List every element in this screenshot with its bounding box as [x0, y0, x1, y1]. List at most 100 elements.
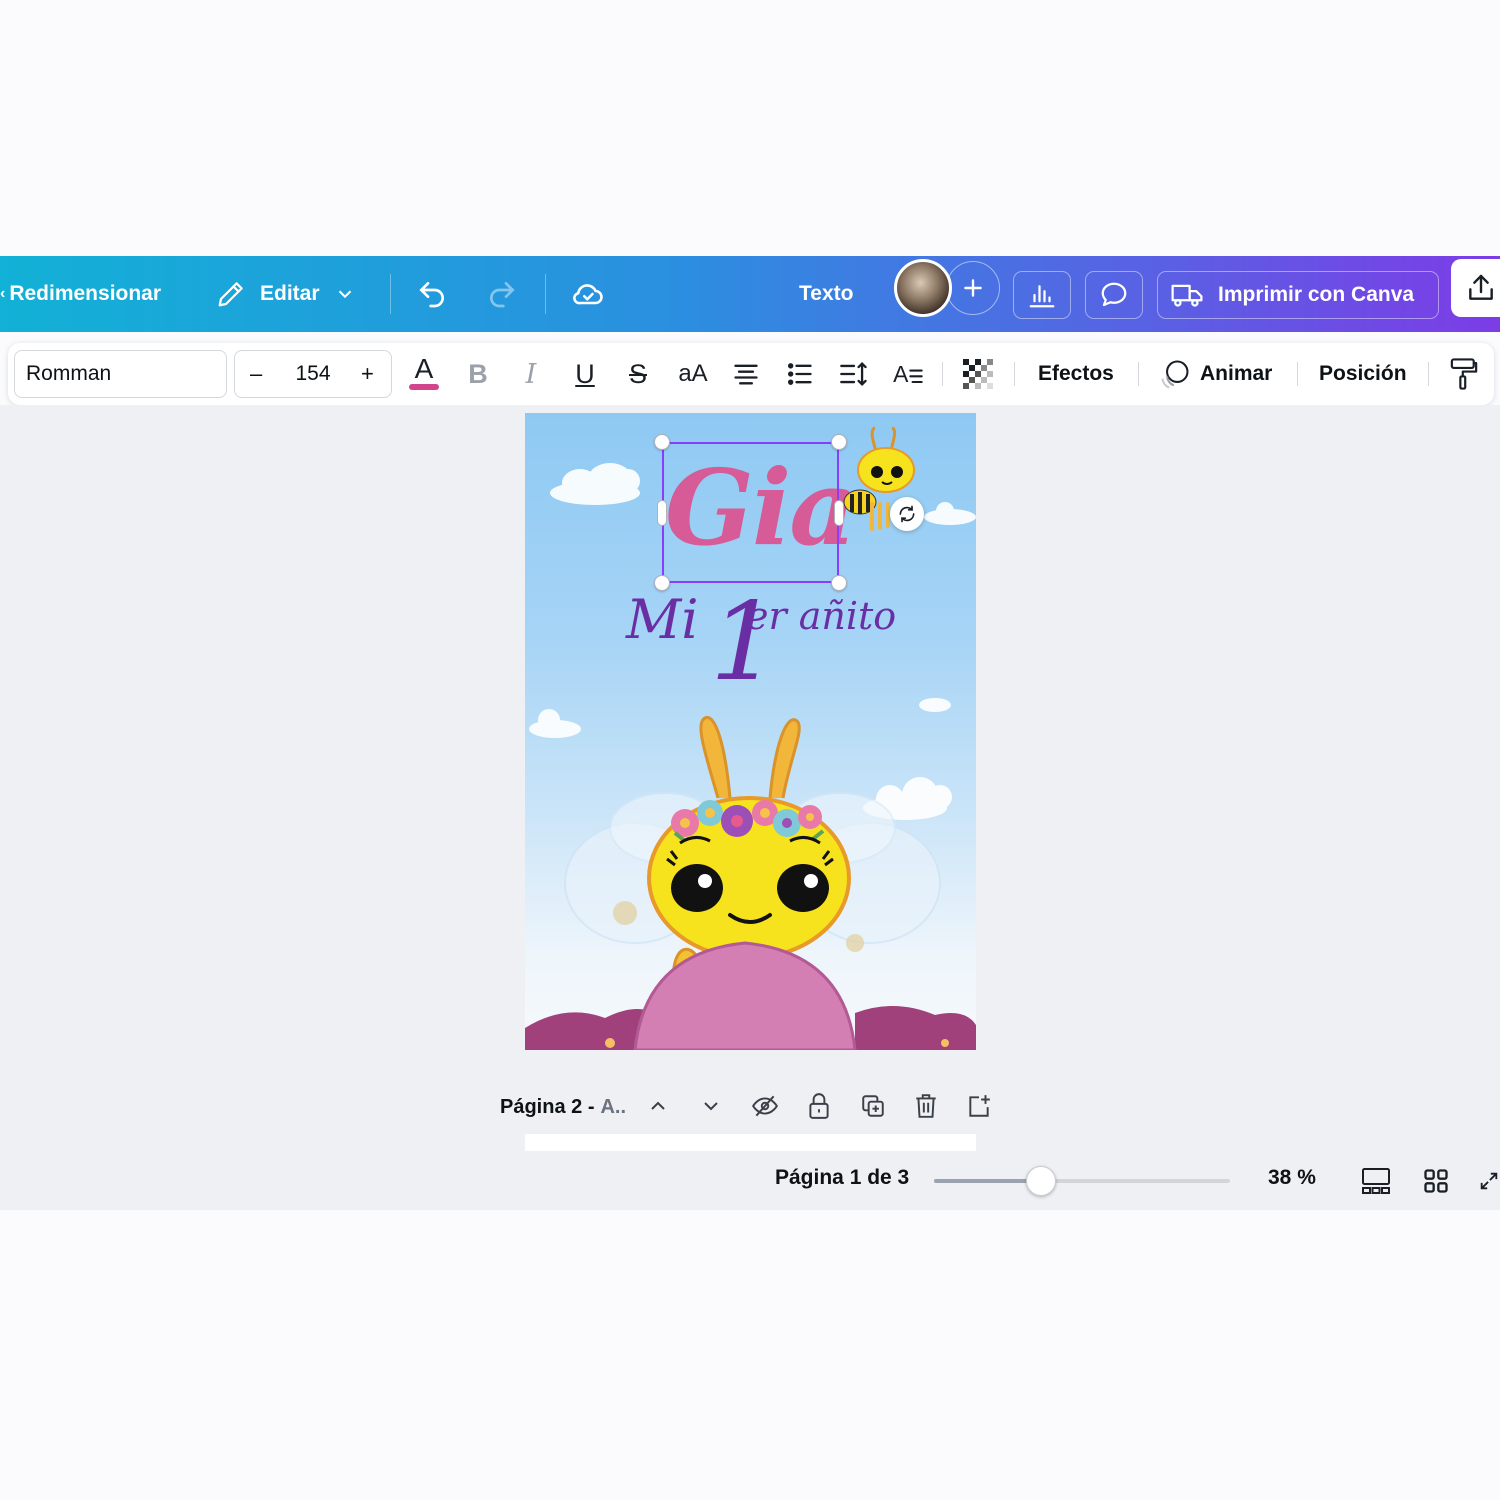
letter-case-button[interactable]: aA — [672, 351, 714, 397]
insights-button[interactable] — [1013, 271, 1071, 319]
font-family-dropdown[interactable]: Romman — [14, 350, 227, 398]
transparency-icon — [963, 359, 993, 389]
text-formatting-toolbar: Romman – 154 + A B I U S aA A Efectos An… — [8, 343, 1494, 405]
top-navigation-bar: ‹ Redimensionar Editar Texto Imprimir co… — [0, 256, 1500, 332]
mode-label: Texto — [799, 282, 854, 305]
grid-view-button[interactable] — [1418, 1162, 1454, 1200]
underline-button[interactable]: U — [567, 351, 603, 397]
resize-button[interactable]: ‹ Redimensionar — [0, 256, 161, 332]
cloud-check-icon — [573, 284, 603, 305]
transparency-button[interactable] — [960, 351, 996, 397]
hide-page-button[interactable] — [750, 1088, 780, 1124]
add-page-button[interactable] — [964, 1088, 994, 1124]
add-page-icon — [969, 1095, 990, 1117]
zoom-level[interactable]: 38 % — [1268, 1166, 1316, 1190]
increase-font-size-button[interactable]: + — [361, 361, 374, 387]
next-page-preview[interactable] — [525, 1134, 976, 1151]
font-size-stepper: – 154 + — [234, 350, 392, 398]
fullscreen-button[interactable] — [1478, 1162, 1500, 1200]
page-title[interactable]: A.. — [600, 1096, 626, 1119]
redo-button[interactable] — [486, 256, 518, 332]
svg-text:A: A — [893, 361, 909, 387]
chevron-up-icon — [651, 1101, 665, 1110]
line-spacing-icon — [840, 361, 867, 387]
position-button[interactable]: Posición — [1319, 343, 1407, 405]
align-center-button[interactable] — [728, 351, 764, 397]
page-label: Página 2 - — [500, 1095, 595, 1118]
print-label: Imprimir con Canva — [1218, 283, 1415, 306]
lock-icon — [809, 1093, 829, 1119]
effects-button[interactable]: Efectos — [1038, 343, 1114, 405]
text-color-icon: A — [409, 354, 439, 390]
paint-roller-icon — [1450, 358, 1478, 390]
comment-icon — [1101, 282, 1127, 307]
comments-button[interactable] — [1085, 271, 1143, 319]
line-spacing-button[interactable] — [836, 351, 872, 397]
bar-chart-icon — [1029, 285, 1055, 308]
redo-icon — [490, 282, 515, 308]
user-avatar[interactable] — [894, 259, 952, 317]
rotate-handle[interactable] — [890, 497, 924, 531]
trash-icon — [916, 1094, 936, 1118]
chevron-down-icon — [704, 1102, 718, 1111]
resize-handle-bottom-right[interactable] — [831, 575, 847, 591]
resize-handle-top-left[interactable] — [654, 434, 670, 450]
strikethrough-icon: S — [628, 358, 647, 389]
chevron-down-icon — [338, 290, 351, 299]
rotate-icon — [899, 505, 915, 523]
text-color-button[interactable]: A — [404, 351, 444, 397]
truck-icon — [1171, 284, 1203, 307]
italic-button[interactable]: I — [513, 351, 549, 397]
bold-button[interactable]: B — [460, 351, 496, 397]
animate-label: Animar — [1200, 362, 1273, 385]
decrease-font-size-button[interactable]: – — [250, 361, 262, 387]
align-center-icon — [734, 364, 758, 385]
lock-page-button[interactable] — [804, 1088, 834, 1124]
resize-handle-right[interactable] — [834, 500, 844, 526]
svg-text:A: A — [415, 354, 434, 384]
move-page-up-button[interactable] — [643, 1088, 673, 1124]
print-with-canva-button[interactable]: Imprimir con Canva — [1157, 271, 1439, 319]
resize-handle-bottom-left[interactable] — [654, 575, 670, 591]
share-upload-icon — [1469, 274, 1493, 300]
strikethrough-button[interactable]: S — [620, 351, 656, 397]
page-title-bar[interactable]: Página 2 - A.. — [500, 1086, 626, 1128]
duplicate-page-button[interactable] — [858, 1088, 888, 1124]
text-selection-box[interactable] — [662, 442, 839, 583]
edit-label: Editar — [260, 282, 320, 305]
text-spacing-icon: A — [893, 361, 923, 387]
page-count[interactable]: Página 1 de 3 — [775, 1166, 909, 1190]
move-page-down-button[interactable] — [696, 1088, 726, 1124]
resize-handle-top-right[interactable] — [831, 434, 847, 450]
share-button[interactable] — [1451, 259, 1500, 317]
bullet-list-icon — [787, 363, 812, 385]
eye-off-icon — [752, 1095, 778, 1117]
font-size-input[interactable]: 154 — [293, 362, 333, 386]
mi-text-element[interactable]: Mi — [626, 588, 699, 651]
edit-button[interactable]: Editar — [216, 256, 356, 332]
invite-button[interactable] — [946, 261, 1000, 315]
animate-icon — [1161, 360, 1189, 389]
plus-icon — [964, 279, 982, 297]
resize-handle-left[interactable] — [657, 500, 667, 526]
animate-button[interactable]: Animar — [1158, 343, 1272, 405]
page-view-button[interactable] — [1358, 1162, 1394, 1200]
page-view-icon — [1362, 1168, 1390, 1194]
subtitle-text-element[interactable]: er añito — [746, 594, 896, 638]
bold-icon: B — [468, 358, 488, 389]
bullet-list-button[interactable] — [782, 351, 818, 397]
text-settings-button[interactable]: A — [890, 351, 926, 397]
save-status-button[interactable] — [570, 256, 606, 332]
undo-icon — [419, 282, 444, 308]
zoom-slider-fill — [934, 1179, 1041, 1183]
zoom-slider-knob[interactable] — [1025, 1166, 1056, 1196]
pencil-icon — [218, 282, 243, 307]
italic-icon: I — [525, 358, 537, 390]
undo-button[interactable] — [416, 256, 448, 332]
grid-icon — [1424, 1169, 1448, 1193]
delete-page-button[interactable] — [911, 1088, 941, 1124]
copy-style-button[interactable] — [1446, 351, 1482, 397]
letter-case-icon: aA — [678, 360, 708, 387]
resize-label: Redimensionar — [9, 282, 162, 305]
expand-icon — [1480, 1172, 1498, 1190]
